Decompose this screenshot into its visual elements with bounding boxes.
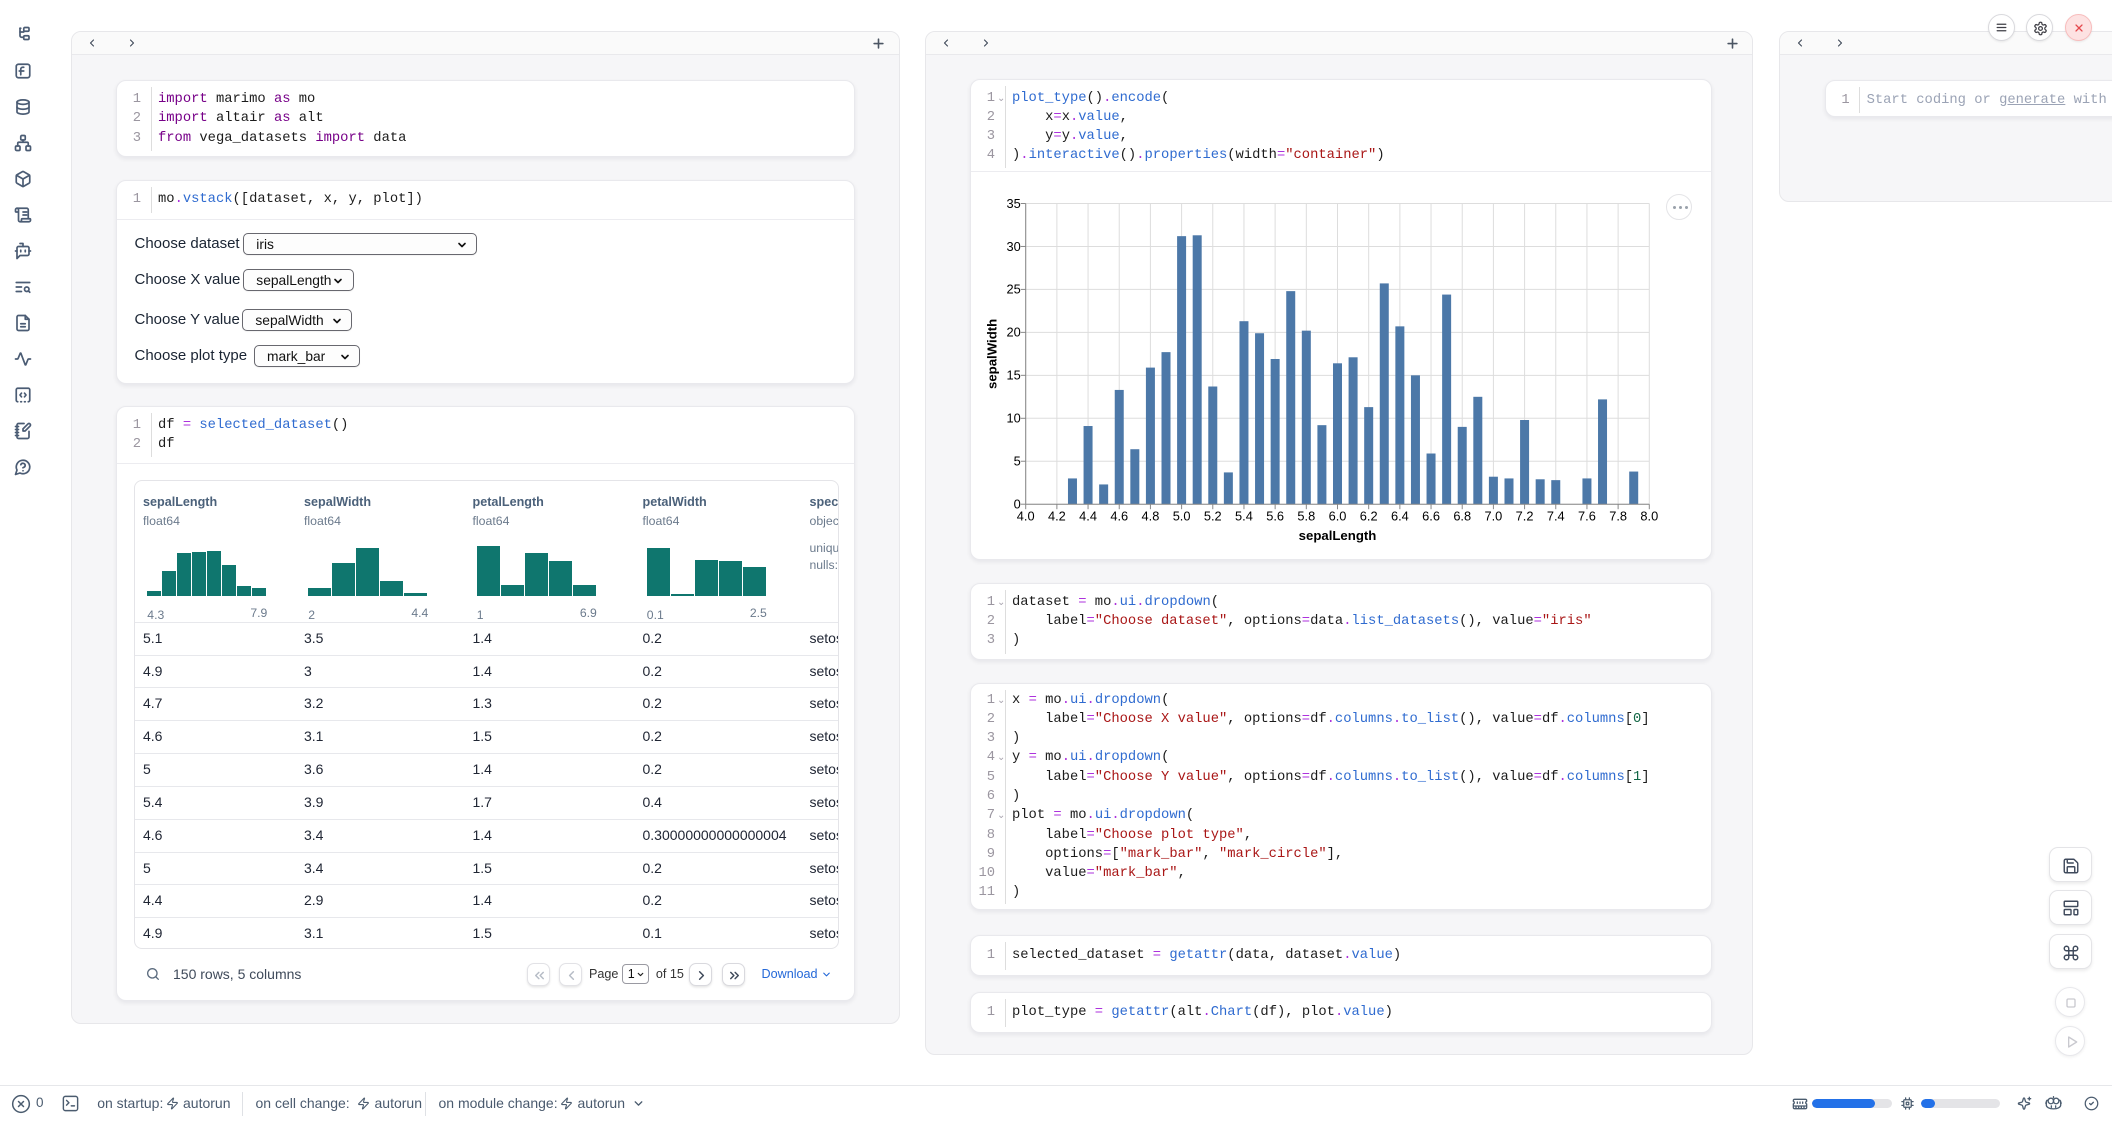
svg-text:7.6: 7.6 [1578,509,1596,524]
svg-text:20: 20 [1006,325,1020,340]
svg-text:5: 5 [1014,454,1021,469]
svg-text:7.8: 7.8 [1609,509,1627,524]
svg-text:6.8: 6.8 [1453,509,1471,524]
svg-text:4.4: 4.4 [1079,509,1097,524]
svg-text:35: 35 [1006,196,1020,211]
svg-text:4.2: 4.2 [1048,509,1066,524]
svg-text:5.2: 5.2 [1204,509,1222,524]
svg-text:sepalWidth: sepalWidth [985,319,1000,389]
svg-text:sepalLength: sepalLength [1299,528,1377,543]
svg-text:5.8: 5.8 [1297,509,1315,524]
svg-text:5.4: 5.4 [1235,509,1253,524]
svg-text:6.4: 6.4 [1391,509,1409,524]
svg-text:30: 30 [1006,239,1020,254]
svg-text:7.4: 7.4 [1547,509,1565,524]
svg-text:6.0: 6.0 [1329,509,1347,524]
svg-text:25: 25 [1006,282,1020,297]
svg-text:5.0: 5.0 [1173,509,1191,524]
svg-text:7.2: 7.2 [1516,509,1534,524]
svg-text:4.6: 4.6 [1110,509,1128,524]
svg-text:4.0: 4.0 [1017,509,1035,524]
svg-text:6.2: 6.2 [1360,509,1378,524]
svg-text:5.6: 5.6 [1266,509,1284,524]
svg-text:4.8: 4.8 [1142,509,1160,524]
svg-text:15: 15 [1006,368,1020,383]
svg-text:10: 10 [1006,411,1020,426]
svg-text:6.6: 6.6 [1422,509,1440,524]
svg-text:7.0: 7.0 [1485,509,1503,524]
svg-text:8.0: 8.0 [1640,509,1658,524]
